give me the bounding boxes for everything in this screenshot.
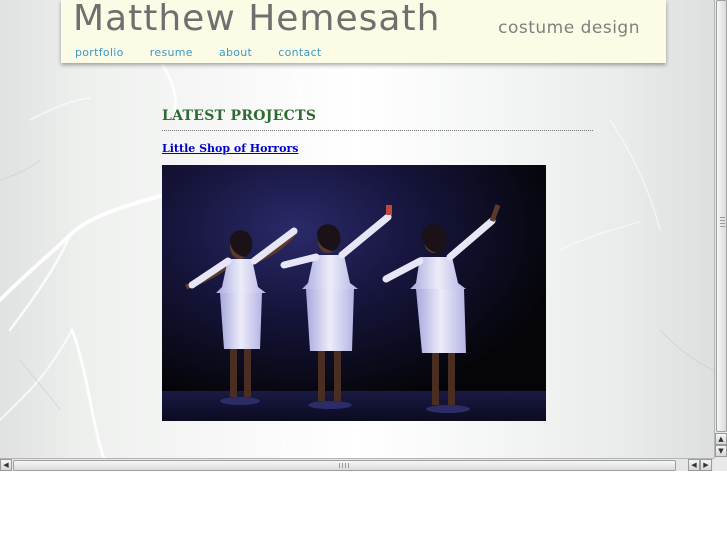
horizontal-scrollbar[interactable]: ◀ ◀ ▶ bbox=[0, 458, 714, 471]
page-viewport: Matthew Hemesath costume design portfoli… bbox=[0, 0, 714, 458]
horizontal-scroll-thumb[interactable] bbox=[13, 460, 676, 471]
scroll-down-button[interactable]: ▼ bbox=[715, 445, 727, 457]
chevron-left-icon: ◀ bbox=[691, 461, 697, 469]
site-title[interactable]: Matthew Hemesath bbox=[73, 0, 440, 39]
chevron-up-icon: ▲ bbox=[718, 435, 724, 443]
main-content: LATEST PROJECTS Little Shop of Horrors bbox=[162, 108, 593, 421]
scroll-up-button[interactable]: ▲ bbox=[715, 433, 727, 445]
project-link[interactable]: Little Shop of Horrors bbox=[162, 142, 298, 155]
vertical-scroll-thumb[interactable] bbox=[716, 0, 727, 432]
scroll-left-button-2[interactable]: ◀ bbox=[688, 459, 700, 471]
nav-link-portfolio[interactable]: portfolio bbox=[75, 46, 124, 59]
main-nav: portfolio resume about contact bbox=[75, 41, 343, 60]
nav-link-contact[interactable]: contact bbox=[278, 46, 321, 59]
section-heading: LATEST PROJECTS bbox=[162, 108, 593, 131]
scroll-right-button[interactable]: ▶ bbox=[700, 459, 712, 471]
project-photo[interactable] bbox=[162, 165, 546, 421]
chevron-left-icon: ◀ bbox=[3, 461, 9, 469]
scrollbar-corner bbox=[714, 458, 727, 471]
chevron-right-icon: ▶ bbox=[703, 461, 709, 469]
chevron-down-icon: ▼ bbox=[718, 447, 724, 455]
site-tagline: costume design bbox=[498, 18, 640, 38]
nav-link-about[interactable]: about bbox=[219, 46, 252, 59]
vertical-scrollbar[interactable]: ▲ ▼ bbox=[714, 0, 727, 458]
site-header: Matthew Hemesath costume design portfoli… bbox=[61, 0, 666, 63]
scroll-left-button[interactable]: ◀ bbox=[0, 459, 12, 471]
nav-link-resume[interactable]: resume bbox=[150, 46, 193, 59]
